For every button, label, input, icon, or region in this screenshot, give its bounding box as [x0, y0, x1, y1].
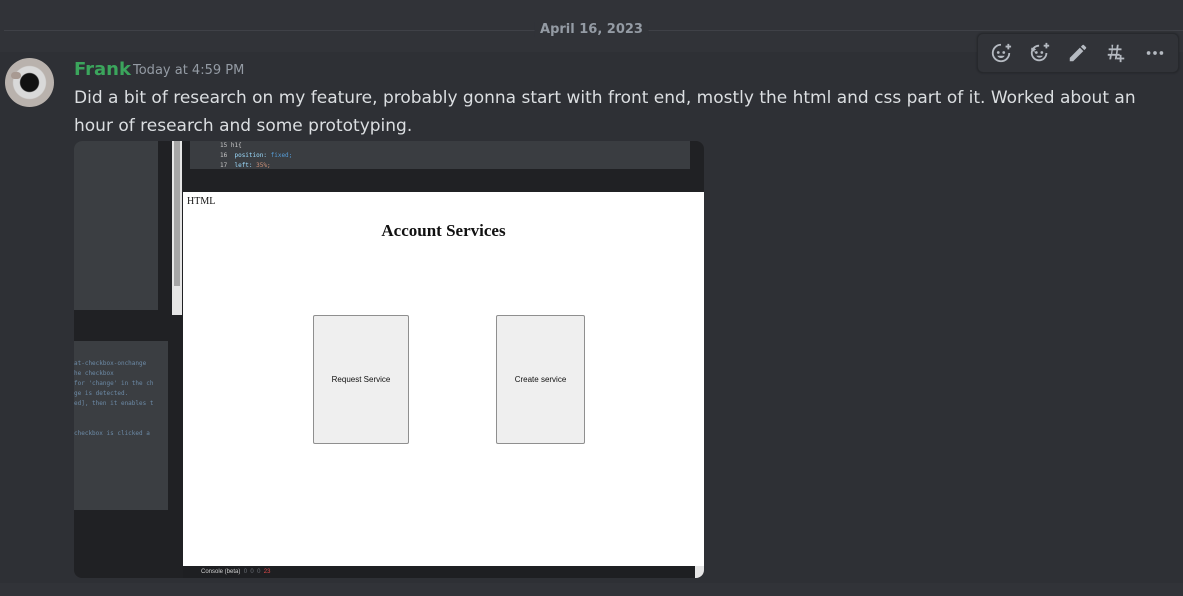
resize-corner[interactable] — [695, 566, 704, 578]
side-code-line: at-checkbox-onchange — [74, 360, 147, 367]
message-timestamp: Today at 4:59 PM — [133, 63, 245, 78]
edit-icon — [1069, 44, 1087, 62]
scrollbar[interactable] — [172, 141, 182, 315]
preview-label: HTML — [187, 196, 216, 207]
image-attachment[interactable]: at-checkbox-onchange he checkbox for 'ch… — [74, 141, 704, 578]
side-code-line — [74, 409, 168, 419]
more-button[interactable] — [1139, 37, 1171, 69]
message-content: Did a bit of research on my feature, pro… — [74, 88, 1136, 136]
side-code-line: ed], then it enables t — [74, 400, 154, 407]
date-divider: April 16, 2023 — [534, 22, 649, 37]
request-service-button[interactable]: Request Service — [313, 315, 409, 444]
code-key: left: — [234, 162, 253, 169]
console-count: 0 — [257, 569, 261, 575]
console-error-count: 23 — [263, 569, 271, 575]
avatar[interactable] — [5, 58, 54, 107]
console-label: Console (beta) — [201, 569, 241, 575]
line-number: 16 — [220, 152, 228, 159]
scrollbar-thumb[interactable] — [174, 141, 180, 286]
message-toolbar — [977, 33, 1179, 73]
more-icon — [1146, 51, 1163, 55]
side-code-line: for 'change' in the ch — [74, 380, 154, 387]
side-code-line: checkbox is clicked a — [74, 430, 150, 437]
create-service-button[interactable]: Create service — [496, 315, 585, 444]
author-name[interactable]: Frank — [74, 59, 131, 80]
side-code-line: ge is detected. — [74, 390, 129, 397]
code-text: h1{ — [230, 142, 242, 149]
super-reaction-icon — [1030, 42, 1049, 62]
side-code-panel: at-checkbox-onchange he checkbox for 'ch… — [74, 341, 168, 510]
add-reaction-button[interactable] — [985, 37, 1017, 69]
console-count: 0 — [250, 569, 254, 575]
editor-side-panel — [74, 141, 158, 310]
line-number: 15 — [220, 142, 228, 149]
preview-title: Account Services — [381, 221, 506, 240]
code-key: position: — [234, 152, 267, 159]
html-preview: HTML Account Services Request Service Cr… — [183, 192, 704, 566]
add-reaction-icon — [992, 43, 1012, 63]
css-code-editor: 15 h1{ 16 position: fixed; 17 left: 35%; — [190, 141, 690, 169]
create-thread-icon — [1108, 44, 1125, 63]
create-thread-button[interactable] — [1100, 37, 1132, 69]
console-count: 0 — [243, 569, 248, 575]
line-number: 17 — [220, 162, 228, 169]
super-reaction-button[interactable] — [1024, 37, 1056, 69]
edit-button[interactable] — [1062, 37, 1094, 69]
side-code-line — [74, 419, 168, 429]
side-code-line: he checkbox — [74, 370, 114, 377]
code-value: fixed; — [270, 152, 293, 159]
console-bar[interactable]: Console (beta) 0 0 0 23 — [183, 566, 704, 578]
code-value: 35%; — [256, 162, 271, 169]
